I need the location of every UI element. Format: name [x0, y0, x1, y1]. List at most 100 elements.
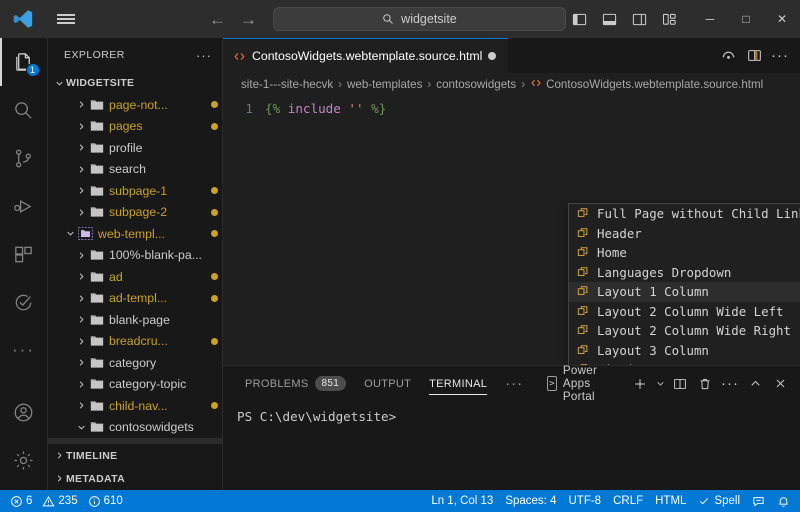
- toggle-primary-sidebar-icon[interactable]: [566, 6, 592, 32]
- status-remote-indicator[interactable]: [746, 490, 771, 512]
- terminal-profile-dropdown[interactable]: [653, 372, 667, 396]
- accounts-button[interactable]: [0, 388, 48, 436]
- tree-folder-item[interactable]: subpage-2: [48, 202, 222, 224]
- sidebar-item-run-debug[interactable]: [0, 182, 48, 230]
- manage-settings-button[interactable]: [0, 436, 48, 484]
- tree-folder-item[interactable]: child-nav...: [48, 395, 222, 417]
- suggestion-item[interactable]: Home: [569, 243, 800, 263]
- unsaved-indicator-icon[interactable]: [488, 52, 497, 60]
- chevron-right-icon[interactable]: [74, 121, 88, 132]
- status-encoding[interactable]: UTF-8: [562, 490, 607, 512]
- chevron-right-icon[interactable]: [74, 99, 88, 110]
- tree-folder-item[interactable]: search: [48, 159, 222, 181]
- panel-more-actions-button[interactable]: ···: [718, 372, 742, 396]
- chevron-right-icon[interactable]: [74, 400, 88, 411]
- panel-tabs-overflow-icon[interactable]: ···: [497, 366, 531, 401]
- tab-problems[interactable]: PROBLEMS 851: [237, 366, 354, 401]
- kill-terminal-button[interactable]: [693, 372, 717, 396]
- tree-folder-item[interactable]: ad: [48, 266, 222, 288]
- close-button[interactable]: ✕: [764, 0, 800, 38]
- suggestion-item[interactable]: Layout 1 Column: [569, 282, 800, 302]
- tree-folder-item[interactable]: pages: [48, 116, 222, 138]
- tree-folder-item[interactable]: profile: [48, 137, 222, 159]
- file-tree[interactable]: page-not... pages profile search subpage-1 su…: [48, 94, 222, 443]
- sidebar-item-explorer[interactable]: 1: [0, 38, 48, 86]
- chevron-right-icon[interactable]: [74, 336, 88, 347]
- tree-folder-item[interactable]: web-templ...: [48, 223, 222, 245]
- tree-folder-item[interactable]: category-topic: [48, 374, 222, 396]
- chevron-right-icon[interactable]: [74, 207, 88, 218]
- terminal-output[interactable]: PS C:\dev\widgetsite>: [223, 401, 800, 490]
- chevron-right-icon[interactable]: [74, 293, 88, 304]
- suggestion-item[interactable]: Full Page without Child Links: [569, 204, 800, 224]
- suggestion-item[interactable]: Layout 2 Column Wide Left: [569, 302, 800, 322]
- split-terminal-button[interactable]: [668, 372, 692, 396]
- more-actions-icon[interactable]: ···: [768, 44, 792, 68]
- suggestion-item[interactable]: Languages Dropdown: [569, 263, 800, 283]
- breadcrumb-item[interactable]: ContosoWidgets.webtemplate.source.html: [530, 77, 763, 91]
- suggestion-dropdown[interactable]: Full Page without Child Links Header Home L…: [568, 203, 800, 365]
- sidebar-item-source-control[interactable]: [0, 134, 48, 182]
- status-problems-group[interactable]: 6 235 610: [4, 490, 129, 512]
- customize-layout-icon[interactable]: [656, 6, 682, 32]
- editor-tab-contosowidgets[interactable]: ContosoWidgets.webtemplate.source.html: [223, 38, 509, 73]
- tab-output[interactable]: OUTPUT: [356, 366, 419, 401]
- suggestion-item[interactable]: Layout 2 Column Wide Right: [569, 321, 800, 341]
- tree-folder-item[interactable]: contosowidgets: [48, 417, 222, 439]
- sidebar-section-metadata[interactable]: METADATA: [48, 467, 222, 490]
- status-notifications[interactable]: [771, 490, 796, 512]
- sidebar-item-more[interactable]: ···: [0, 326, 48, 374]
- status-language-mode[interactable]: HTML: [649, 490, 692, 512]
- new-terminal-button[interactable]: [628, 372, 652, 396]
- toggle-secondary-sidebar-icon[interactable]: [626, 6, 652, 32]
- status-indentation[interactable]: Spaces: 4: [499, 490, 562, 512]
- tab-terminal[interactable]: TERMINAL: [421, 366, 495, 401]
- status-spell-checker[interactable]: Spell: [692, 490, 746, 512]
- status-cursor-position[interactable]: Ln 1, Col 13: [425, 490, 499, 512]
- tree-folder-item[interactable]: breadcru...: [48, 331, 222, 353]
- sidebar-item-power-platform[interactable]: [0, 278, 48, 326]
- status-eol[interactable]: CRLF: [607, 490, 649, 512]
- chevron-right-icon[interactable]: [74, 379, 88, 390]
- maximize-button[interactable]: □: [728, 0, 764, 38]
- maximize-panel-button[interactable]: [743, 372, 767, 396]
- terminal-tab-entry[interactable]: > Power Apps Portal: [547, 364, 626, 403]
- chevron-right-icon[interactable]: [74, 185, 88, 196]
- suggestion-item[interactable]: Layout 3 Column: [569, 341, 800, 361]
- forward-arrow-icon[interactable]: →: [240, 11, 257, 28]
- split-editor-right-icon[interactable]: [742, 44, 766, 68]
- tree-folder-item[interactable]: category: [48, 352, 222, 374]
- tree-folder-item[interactable]: 100%-blank-pa...: [48, 245, 222, 267]
- chevron-right-icon[interactable]: [74, 142, 88, 153]
- chevron-right-icon[interactable]: [74, 314, 88, 325]
- breadcrumb-item[interactable]: site-1---site-hecvk: [241, 78, 333, 91]
- minimize-button[interactable]: ─: [692, 0, 728, 38]
- chevron-right-icon[interactable]: [74, 250, 88, 261]
- toggle-panel-icon[interactable]: [596, 6, 622, 32]
- sidebar-item-extensions[interactable]: [0, 230, 48, 278]
- hamburger-menu-icon[interactable]: [45, 0, 87, 38]
- sidebar-section-workspace[interactable]: WIDGETSITE: [48, 72, 222, 94]
- code-editor[interactable]: 1 {% include '' %} Full Page without Chi…: [223, 95, 800, 365]
- chevron-right-icon[interactable]: [74, 271, 88, 282]
- sidebar-section-timeline[interactable]: TIMELINE: [48, 444, 222, 467]
- search-input[interactable]: widgetsite: [272, 7, 566, 31]
- breadcrumb-item[interactable]: web-templates: [347, 78, 422, 91]
- suggestion-item[interactable]: Header: [569, 224, 800, 244]
- sidebar-item-search[interactable]: [0, 86, 48, 134]
- chevron-down-icon[interactable]: [74, 422, 88, 433]
- ellipsis-icon[interactable]: ···: [196, 48, 212, 63]
- tree-folder-item[interactable]: subpage-1: [48, 180, 222, 202]
- chevron-down-icon[interactable]: [63, 228, 77, 239]
- tree-folder-item[interactable]: blank-page: [48, 309, 222, 331]
- breadcrumb-item[interactable]: contosowidgets: [436, 78, 516, 91]
- open-changes-icon[interactable]: [716, 44, 740, 68]
- tree-folder-item[interactable]: page-not...: [48, 94, 222, 116]
- chevron-right-icon[interactable]: [74, 164, 88, 175]
- close-panel-button[interactable]: [768, 372, 792, 396]
- breadcrumb[interactable]: site-1---site-hecvk › web-templates › contos…: [223, 73, 800, 95]
- suggestion-item[interactable]: Listing: [569, 360, 800, 365]
- back-arrow-icon[interactable]: ←: [209, 11, 226, 28]
- tree-folder-item[interactable]: ad-templ...: [48, 288, 222, 310]
- chevron-right-icon[interactable]: [74, 357, 88, 368]
